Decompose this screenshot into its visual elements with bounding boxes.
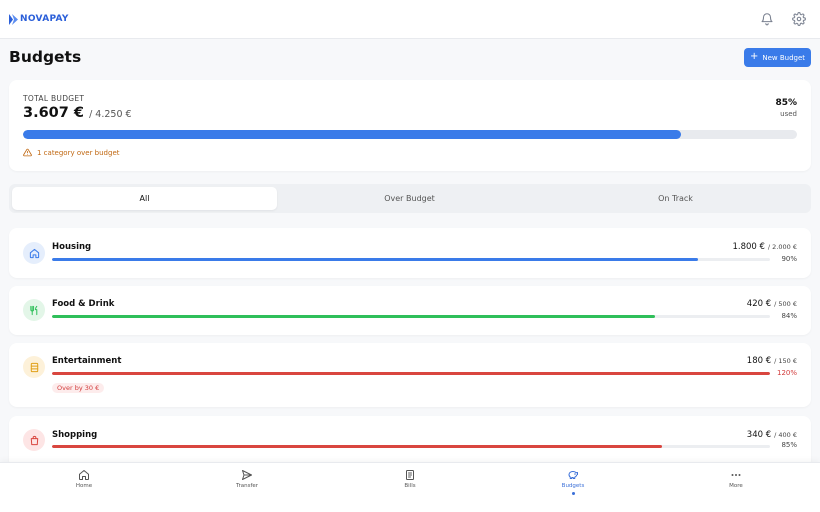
warning-text: 1 category over budget	[37, 148, 120, 157]
home-icon	[79, 470, 89, 480]
bottom-navigation: Home Transfer Bills Budgets More	[0, 462, 820, 512]
category-progress-fill	[52, 445, 663, 448]
over-budget-warning: 1 category over budget	[23, 148, 120, 157]
brand-logo[interactable]: NOVAPAY	[9, 12, 69, 26]
total-used-label: used	[780, 110, 797, 118]
receipt-icon	[406, 470, 414, 480]
category-progress-track	[52, 258, 770, 261]
category-progress-track	[52, 315, 770, 318]
total-progress-track	[23, 130, 797, 139]
category-limit: / 500 €	[774, 300, 797, 308]
nav-transfer-label: Transfer	[235, 483, 259, 489]
total-spent: 3.607 €	[23, 105, 85, 121]
warning-icon	[23, 148, 32, 157]
page-title: Budgets	[9, 48, 82, 66]
logo-mark-icon	[9, 13, 18, 25]
nav-transfer[interactable]: Transfer	[217, 469, 277, 489]
total-budget-label: TOTAL BUDGET	[23, 94, 85, 103]
category-amount: 420 €/ 500 €	[747, 299, 797, 309]
nav-bills[interactable]: Bills	[380, 469, 440, 489]
nav-home-label: Home	[75, 483, 93, 489]
category-amount: 340 €/ 400 €	[747, 430, 797, 440]
home-icon	[23, 242, 45, 264]
piggy-bank-icon	[568, 471, 578, 479]
category-name: Food & Drink	[52, 299, 115, 309]
more-dots-icon	[731, 474, 741, 476]
bell-icon[interactable]	[760, 12, 774, 26]
category-spent: 420 €	[746, 299, 772, 309]
film-icon	[23, 356, 45, 378]
category-progress-fill	[52, 372, 770, 375]
filter-tabs: All Over Budget On Track	[9, 184, 811, 213]
budget-card-entertainment[interactable]: Entertainment 180 €/ 150 € 120% Over by …	[9, 343, 811, 407]
gear-icon[interactable]	[792, 12, 806, 26]
plus-icon: +	[749, 51, 759, 62]
tab-on-track[interactable]: On Track	[543, 187, 808, 210]
category-spent: 340 €	[746, 430, 772, 440]
category-percent: 85%	[781, 441, 797, 449]
tab-over-budget[interactable]: Over Budget	[277, 187, 542, 210]
category-limit: / 400 €	[774, 431, 797, 439]
category-progress-fill	[52, 315, 656, 318]
category-progress-fill	[52, 258, 699, 261]
utensils-icon	[23, 299, 45, 321]
category-name: Entertainment	[52, 356, 122, 366]
total-budget-card: TOTAL BUDGET 3.607 € / 4.250 € 85% used …	[9, 80, 811, 171]
brand-name: NOVAPAY	[20, 14, 69, 24]
category-percent: 90%	[781, 255, 797, 263]
nav-budgets[interactable]: Budgets	[543, 469, 603, 495]
total-limit: / 4.250 €	[89, 109, 132, 120]
new-budget-button[interactable]: + New Budget	[744, 48, 811, 67]
nav-home[interactable]: Home	[54, 469, 114, 489]
total-budget-amount: 3.607 € / 4.250 €	[23, 105, 132, 121]
category-percent: 120%	[776, 369, 797, 377]
new-budget-label: New Budget	[762, 53, 806, 62]
total-progress-fill	[23, 130, 681, 139]
nav-more-label: More	[729, 483, 743, 489]
send-icon	[242, 470, 252, 480]
category-limit: / 2.000 €	[767, 243, 797, 251]
category-percent: 84%	[781, 312, 797, 320]
shopping-bag-icon	[23, 429, 45, 451]
nav-bills-label: Bills	[404, 483, 416, 489]
category-spent: 1.800 €	[732, 242, 765, 252]
category-amount: 180 €/ 150 €	[747, 356, 797, 366]
total-percent: 85%	[775, 98, 797, 108]
top-bar: NOVAPAY	[0, 0, 820, 39]
budget-card-food-drink[interactable]: Food & Drink 420 €/ 500 € 84%	[9, 286, 811, 335]
category-progress-track	[52, 445, 770, 448]
budget-card-shopping[interactable]: Shopping 340 €/ 400 € 85%	[9, 416, 811, 468]
active-indicator-dot	[571, 492, 575, 495]
category-name: Housing	[52, 242, 92, 252]
nav-budgets-label: Budgets	[561, 483, 585, 489]
over-budget-badge: Over by 30 €	[52, 383, 105, 393]
category-limit: / 150 €	[774, 357, 797, 365]
category-spent: 180 €	[746, 356, 772, 366]
nav-more[interactable]: More	[706, 469, 766, 489]
tab-all[interactable]: All	[12, 187, 277, 210]
category-name: Shopping	[52, 430, 98, 440]
category-progress-track	[52, 372, 770, 375]
category-amount: 1.800 €/ 2.000 €	[732, 242, 797, 252]
budget-card-housing[interactable]: Housing 1.800 €/ 2.000 € 90%	[9, 228, 811, 278]
